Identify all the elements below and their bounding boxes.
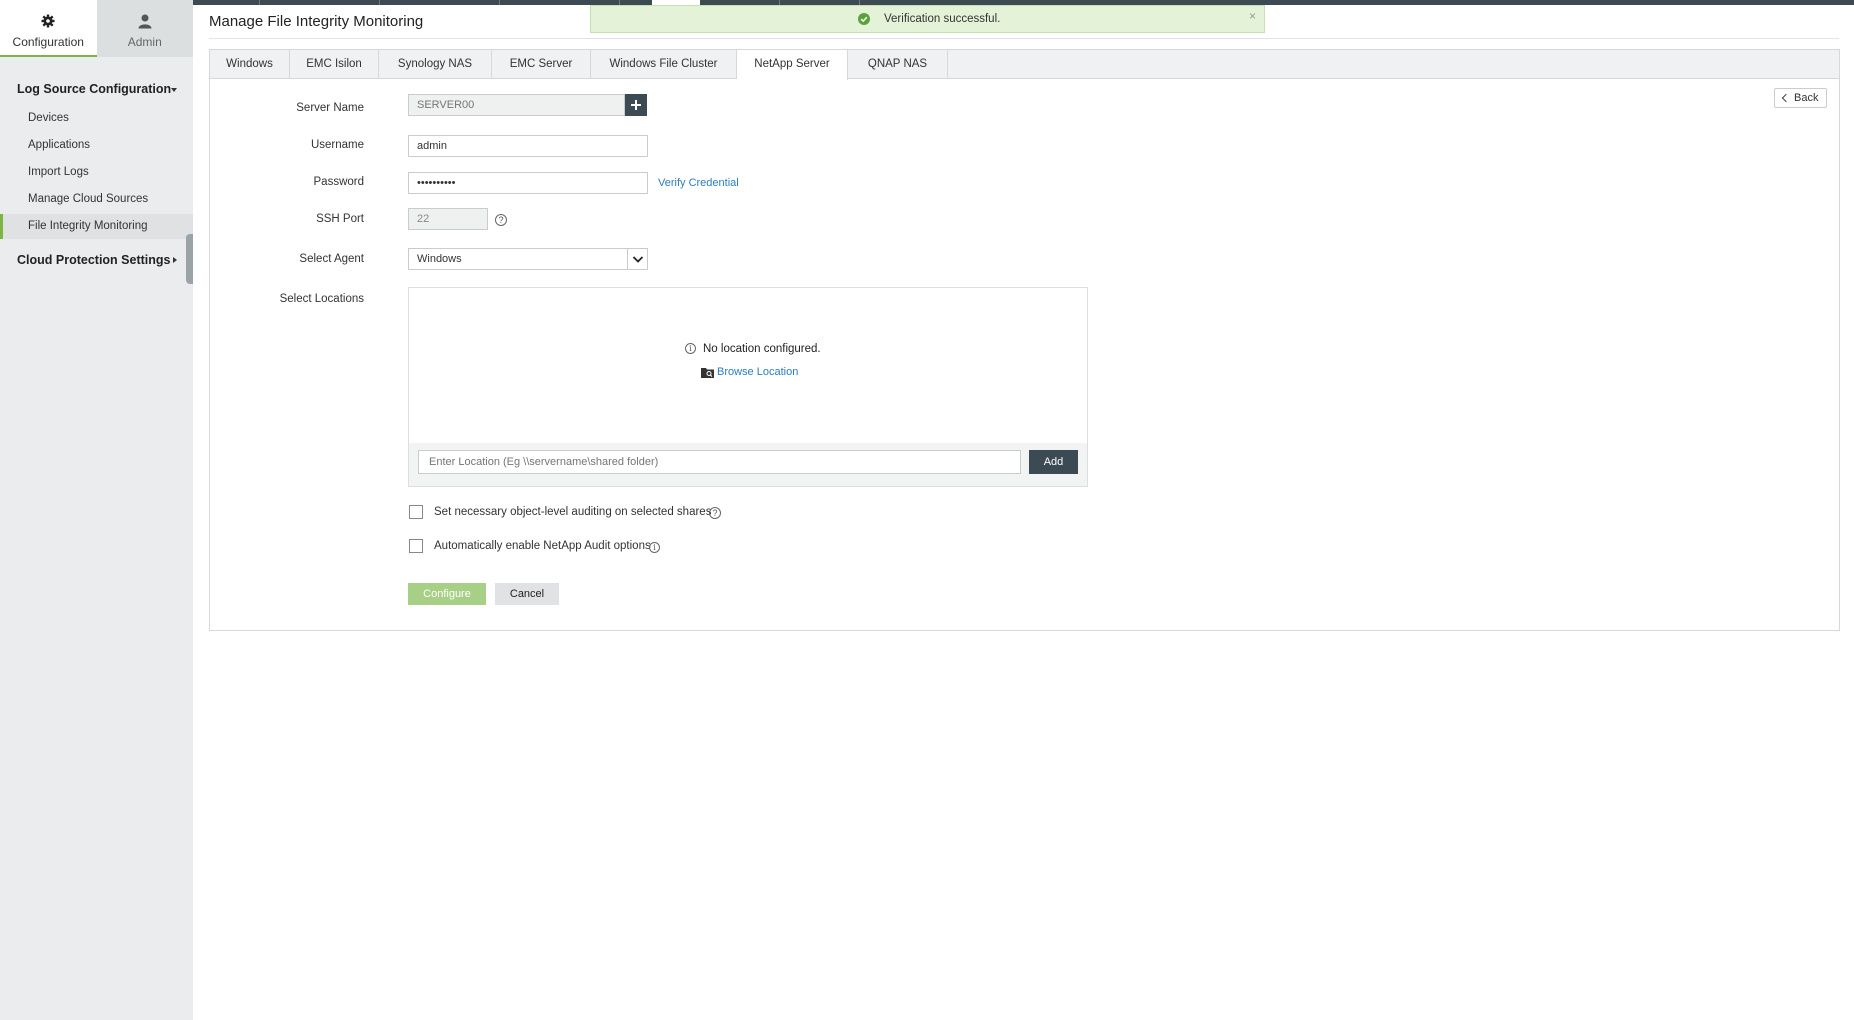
caret-down-icon [171,88,177,92]
tab-emc-server[interactable]: EMC Server [492,50,591,79]
browse-location-link[interactable]: Browse Location [717,366,798,378]
tab-emc-isilon[interactable]: EMC Isilon [290,50,379,79]
sidebar-item-import-logs[interactable]: Import Logs [0,160,193,184]
cancel-button[interactable]: Cancel [495,583,559,605]
password-input[interactable] [408,172,648,194]
close-icon[interactable]: × [1249,9,1256,23]
back-button-label: Back [1794,92,1819,104]
tab-admin-label: Admin [127,35,162,49]
agent-select-value: Windows [417,253,462,265]
divider [209,38,1839,39]
toast-message: Verification successful. [884,13,1001,25]
gear-icon [40,13,56,29]
tab-configuration[interactable]: Configuration [0,0,97,57]
tab-admin[interactable]: Admin [96,0,193,57]
sidebar-item-label: Devices [28,112,69,124]
tab-netapp-server[interactable]: NetApp Server [737,50,848,80]
agent-select[interactable]: Windows [408,248,648,270]
sidebar-tabs: Configuration Admin [0,0,193,57]
top-strip-segment [380,0,500,5]
add-server-button[interactable] [625,94,647,116]
success-toast: Verification successful. × [590,5,1265,33]
nav-section-log-source-configuration[interactable]: Log Source Configuration [17,82,171,96]
help-icon[interactable]: ? [495,214,507,226]
chevron-down-icon [627,248,647,270]
source-tabs: Windows EMC Isilon Synology NAS EMC Serv… [210,50,1839,80]
add-location-button[interactable]: Add [1029,450,1078,474]
no-location-text: No location configured. [703,343,821,355]
tab-windows-file-cluster[interactable]: Windows File Cluster [591,50,737,79]
back-button[interactable]: Back [1774,88,1827,108]
netapp-audit-label: Automatically enable NetApp Audit option… [434,540,651,552]
sidebar-item-label: File Integrity Monitoring [28,220,148,232]
nav-section-label: Cloud Protection Settings [17,253,171,267]
main-panel: Windows EMC Isilon Synology NAS EMC Serv… [209,49,1840,631]
plus-icon [631,100,641,110]
info-icon: i [685,343,696,354]
configure-button[interactable]: Configure [408,583,486,605]
check-circle-icon [858,13,870,25]
object-auditing-label: Set necessary object-level auditing on s… [434,506,712,518]
caret-right-icon [173,257,177,263]
nav-section-cloud-protection-settings[interactable]: Cloud Protection Settings [17,253,170,267]
locations-box: i No location configured. Browse Locatio… [408,287,1088,487]
password-label: Password [313,176,365,188]
sidebar-item-label: Import Logs [28,166,89,178]
info-icon[interactable]: i [649,542,660,553]
tab-configuration-label: Configuration [12,35,84,49]
ssh-port-label: SSH Port [316,213,364,225]
server-name-label: Server Name [296,102,364,114]
location-input[interactable] [418,450,1021,474]
server-name-input[interactable] [408,94,625,116]
select-locations-label: Select Locations [279,293,364,305]
tab-synology-nas[interactable]: Synology NAS [379,50,492,79]
sidebar-collapse-handle[interactable] [186,234,193,284]
chevron-left-icon [1781,93,1791,103]
help-icon[interactable]: ? [709,507,721,519]
sidebar-item-devices[interactable]: Devices [0,106,193,130]
sidebar-item-manage-cloud-sources[interactable]: Manage Cloud Sources [0,187,193,211]
locations-footer: Add [409,443,1087,486]
object-auditing-checkbox[interactable] [409,505,423,519]
username-label: Username [310,139,364,151]
nav-section-label: Log Source Configuration [17,82,172,96]
ssh-port-input[interactable] [408,208,488,230]
tab-windows[interactable]: Windows [210,50,290,79]
select-agent-label: Select Agent [299,253,364,265]
top-strip-segment [260,0,380,5]
netapp-audit-checkbox[interactable] [409,539,423,553]
sidebar-item-label: Manage Cloud Sources [28,193,149,205]
user-icon [137,13,153,29]
verify-credential-link[interactable]: Verify Credential [658,177,739,189]
folder-search-icon [701,366,714,378]
sidebar-item-applications[interactable]: Applications [0,133,193,157]
tab-qnap-nas[interactable]: QNAP NAS [848,50,948,79]
sidebar-item-label: Applications [28,139,91,151]
page-title: Manage File Integrity Monitoring [209,13,424,30]
username-input[interactable] [408,135,648,157]
sidebar: Configuration Admin Log Source Configura… [0,0,193,1020]
sidebar-item-file-integrity-monitoring[interactable]: File Integrity Monitoring [0,214,193,239]
